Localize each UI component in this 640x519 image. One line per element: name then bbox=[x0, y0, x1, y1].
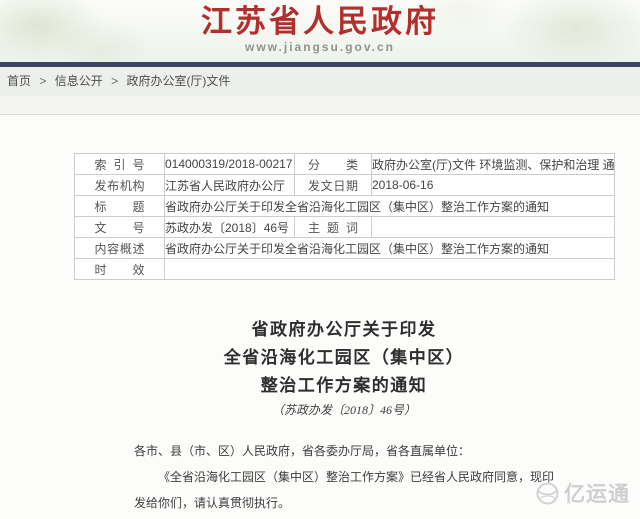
meta-label-category: 分类 bbox=[295, 154, 372, 175]
globe-icon bbox=[535, 481, 560, 506]
breadcrumb: 首页 > 信息公开 > 政府办公室(厅)文件 bbox=[0, 67, 640, 96]
site-title: 江苏省人民政府 bbox=[0, 0, 640, 39]
table-row-title: 标题 省政府办公厅关于印发全省沿海化工园区（集中区）整治工作方案的通知 bbox=[75, 196, 615, 217]
meta-label-subject-words: 主题词 bbox=[295, 217, 372, 238]
table-row-summary: 内容概述 省政府办公厅关于印发全省沿海化工园区（集中区）整治工作方案的通知 bbox=[75, 238, 615, 259]
table-row-index: 索引号 014000319/2018-00217 分类 政府办公室(厅)文件 环… bbox=[75, 154, 615, 175]
meta-value-subject-words bbox=[372, 217, 615, 238]
site-url: www.jiangsu.gov.cn bbox=[0, 40, 640, 54]
table-row-validity: 时效 bbox=[75, 259, 615, 280]
breadcrumb-item-home[interactable]: 首页 bbox=[7, 74, 31, 88]
meta-value-validity bbox=[165, 259, 615, 280]
document-title-line: 省政府办公厅关于印发 bbox=[74, 316, 614, 344]
breadcrumb-separator: > bbox=[39, 74, 46, 88]
table-row-issuer: 发布机构 江苏省人民政府办公厅 发文日期 2018-06-16 bbox=[75, 175, 615, 196]
salutation: 各市、县（市、区）人民政府，省各委办厅局，省各直属单位： bbox=[134, 438, 558, 464]
document-title-line: 整治工作方案的通知 bbox=[74, 372, 614, 400]
content-area: 索引号 014000319/2018-00217 分类 政府办公室(厅)文件 环… bbox=[0, 115, 640, 519]
meta-value-title: 省政府办公厅关于印发全省沿海化工园区（集中区）整治工作方案的通知 bbox=[165, 196, 615, 217]
meta-label-issuer: 发布机构 bbox=[75, 175, 165, 196]
meta-value-index: 014000319/2018-00217 bbox=[165, 154, 295, 175]
meta-value-doc-number: 苏政办发〔2018〕46号 bbox=[165, 217, 295, 238]
table-row-doc-number: 文号 苏政办发〔2018〕46号 主题词 bbox=[75, 217, 615, 238]
document-body: 各市、县（市、区）人民政府，省各委办厅局，省各直属单位： 《全省沿海化工园区（集… bbox=[134, 438, 558, 516]
watermark: 亿运通 bbox=[535, 478, 630, 508]
meta-label-doc-number: 文号 bbox=[75, 217, 165, 238]
meta-label-summary: 内容概述 bbox=[75, 238, 165, 259]
meta-label-title: 标题 bbox=[75, 196, 165, 217]
breadcrumb-substrip bbox=[0, 96, 640, 115]
document-meta-table: 索引号 014000319/2018-00217 分类 政府办公室(厅)文件 环… bbox=[74, 153, 615, 280]
meta-label-issue-date: 发文日期 bbox=[295, 175, 372, 196]
breadcrumb-item-current: 政府办公室(厅)文件 bbox=[126, 74, 230, 88]
meta-value-issuer: 江苏省人民政府办公厅 bbox=[165, 175, 295, 196]
document-title-line: 全省沿海化工园区（集中区） bbox=[74, 344, 614, 372]
meta-label-validity: 时效 bbox=[75, 259, 165, 280]
document-title: 省政府办公厅关于印发 全省沿海化工园区（集中区） 整治工作方案的通知 bbox=[74, 316, 614, 400]
document-number: （苏政办发〔2018〕46号） bbox=[74, 403, 614, 418]
site-banner: 江苏省人民政府 www.jiangsu.gov.cn bbox=[0, 0, 640, 62]
meta-value-summary: 省政府办公厅关于印发全省沿海化工园区（集中区）整治工作方案的通知 bbox=[165, 238, 615, 259]
meta-label-index: 索引号 bbox=[75, 154, 165, 175]
watermark-text: 亿运通 bbox=[564, 478, 630, 508]
meta-value-category: 政府办公室(厅)文件 环境监测、保护和治理 通知 bbox=[372, 154, 615, 175]
meta-value-issue-date: 2018-06-16 bbox=[372, 175, 615, 196]
breadcrumb-item-info-disclosure[interactable]: 信息公开 bbox=[55, 74, 103, 88]
breadcrumb-separator: > bbox=[111, 74, 118, 88]
page: 江苏省人民政府 www.jiangsu.gov.cn 首页 > 信息公开 > 政… bbox=[0, 0, 640, 519]
body-paragraph: 《全省沿海化工园区（集中区）整治工作方案》已经省人民政府同意，现印发给你们，请认… bbox=[134, 464, 558, 516]
